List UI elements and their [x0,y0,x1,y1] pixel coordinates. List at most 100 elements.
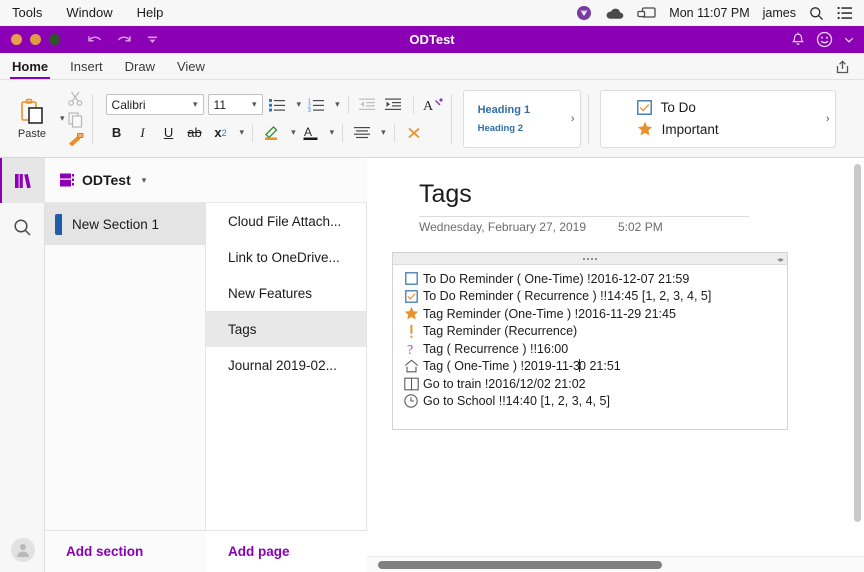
increase-indent-icon[interactable] [383,94,405,115]
align-chevron-down-icon[interactable]: ▾ [381,127,386,138]
onenote-icon[interactable] [576,5,592,21]
font-name-select[interactable]: Calibri ▾ [106,94,204,115]
ribbon-toolbar: Paste ▾ Calibri ▾ [0,80,864,158]
note-row[interactable]: Go to train !2016/12/02 21:02 [399,375,787,393]
add-page-button[interactable]: Add page [206,530,367,572]
menu-item-tools[interactable]: Tools [0,0,54,26]
exclamation-icon[interactable] [399,324,423,339]
search-button[interactable] [0,205,45,250]
bullet-list-icon[interactable] [267,94,289,115]
numbered-list-icon[interactable]: 123 [305,94,327,115]
cut-scissors-icon[interactable] [67,90,85,107]
strikethrough-icon[interactable]: ab [184,122,206,143]
page-title[interactable]: Tags [419,180,472,209]
notebooks-button[interactable] [0,158,45,203]
avatar[interactable] [11,538,35,562]
minimize-button[interactable] [30,34,41,45]
subscript-icon[interactable]: x2 [210,122,232,143]
page-item-cloud-file-attach[interactable]: Cloud File Attach... [206,203,366,239]
menu-bar-user[interactable]: james [763,6,796,20]
smiley-icon[interactable] [816,31,833,48]
star-icon[interactable] [399,306,423,321]
horizontal-scrollbar-thumb[interactable] [378,561,662,569]
tag-important-item[interactable]: Important [601,121,835,137]
search-icon[interactable] [809,6,824,21]
clear-formatting-icon[interactable]: A [422,94,444,115]
undo-icon[interactable] [86,33,103,47]
numbered-list-chevron-down-icon[interactable]: ▾ [335,99,340,110]
clock-icon[interactable] [399,394,423,408]
notebook-header[interactable]: ODTest ▾ [45,158,367,203]
note-row[interactable]: Go to School !!14:40 [1, 2, 3, 4, 5] [399,393,787,411]
highlight-color-icon[interactable] [261,122,283,143]
bold-icon[interactable]: B [106,122,128,143]
tab-draw[interactable]: Draw [125,59,155,79]
decrease-indent-icon[interactable] [357,94,379,115]
screen-share-icon[interactable] [637,6,656,21]
vertical-scrollbar[interactable] [854,164,861,522]
style-heading-2[interactable]: Heading 2 [478,123,531,134]
chevron-down-icon[interactable] [844,36,854,44]
note-row[interactable]: Tag ( One-Time ) !2019-11-30 21:51 [399,358,787,376]
remove-formatting-icon[interactable] [403,122,425,143]
tab-insert[interactable]: Insert [70,59,103,79]
page-item-link-to-onedrive[interactable]: Link to OneDrive... [206,239,366,275]
align-icon[interactable] [351,122,373,143]
italic-icon[interactable]: I [132,122,154,143]
home-icon[interactable] [399,359,423,373]
redo-icon[interactable] [116,33,133,47]
styles-expand-chevron-right-icon[interactable]: › [571,113,575,125]
horizontal-resize-icon[interactable]: ◂▸ [777,255,783,264]
customize-toolbar-icon[interactable] [146,34,159,46]
book-icon[interactable] [399,377,423,391]
control-center-icon[interactable] [837,6,853,20]
page-canvas[interactable]: Tags Wednesday, February 27, 2019 5:02 P… [367,158,864,572]
subscript-chevron-down-icon[interactable]: ▾ [240,127,245,138]
note-container[interactable]: ◂▸ To Do Reminder ( One-Time) !2016-12-0… [392,252,788,430]
tags-gallery[interactable]: To Do Important › [600,90,836,148]
note-row[interactable]: ? Tag ( Recurrence ) !!16:00 [399,340,787,358]
chevron-down-icon[interactable]: ▾ [142,175,147,186]
page-item-tags[interactable]: Tags [206,311,366,347]
share-icon[interactable] [834,59,864,79]
style-heading-1[interactable]: Heading 1 [478,104,531,116]
sidebar-item-new-section-1[interactable]: New Section 1 [45,203,205,245]
onedrive-cloud-icon[interactable] [605,6,624,20]
page-date[interactable]: Wednesday, February 27, 2019 [419,220,586,234]
underline-icon[interactable]: U [158,122,180,143]
note-row[interactable]: Tag Reminder (One-Time ) !2016-11-29 21:… [399,305,787,323]
tab-home[interactable]: Home [12,59,48,79]
bell-icon[interactable] [791,32,805,47]
add-section-button[interactable]: Add section [45,530,206,572]
tags-expand-chevron-right-icon[interactable]: › [826,113,830,125]
bullet-list-chevron-down-icon[interactable]: ▾ [297,99,302,110]
page-item-journal[interactable]: Journal 2019-02... [206,347,366,383]
checkbox-empty-icon[interactable] [399,272,423,285]
tab-view[interactable]: View [177,59,205,79]
drag-grip-icon[interactable] [583,258,597,260]
highlight-chevron-down-icon[interactable]: ▾ [291,127,296,138]
note-row[interactable]: Tag Reminder (Recurrence) [399,323,787,341]
menu-item-window[interactable]: Window [54,0,124,26]
font-size-select[interactable]: 11 ▾ [208,94,263,115]
styles-gallery[interactable]: Heading 1 Heading 2 › [463,90,581,148]
note-row[interactable]: To Do Reminder ( One-Time) !2016-12-07 2… [399,270,787,288]
question-mark-icon[interactable]: ? [399,341,423,356]
note-container-header[interactable]: ◂▸ [393,253,787,265]
copy-icon[interactable] [67,111,85,128]
font-color-icon[interactable]: A [300,122,322,143]
maximize-button[interactable] [49,34,60,45]
close-button[interactable] [11,34,22,45]
paste-chevron-down-icon[interactable]: ▾ [60,113,65,124]
tag-todo-item[interactable]: To Do [601,100,835,115]
format-painter-icon[interactable] [67,132,85,148]
menu-item-help[interactable]: Help [125,0,176,26]
page-item-new-features[interactable]: New Features [206,275,366,311]
paste-button[interactable]: Paste [8,97,56,140]
checkbox-checked-icon[interactable] [399,290,423,303]
note-row[interactable]: To Do Reminder ( Recurrence ) !!14:45 [1… [399,288,787,306]
page-time[interactable]: 5:02 PM [618,220,663,234]
font-color-chevron-down-icon[interactable]: ▾ [330,127,335,138]
horizontal-scrollbar-track[interactable] [367,556,864,572]
menu-bar-clock[interactable]: Mon 11:07 PM [669,6,749,20]
